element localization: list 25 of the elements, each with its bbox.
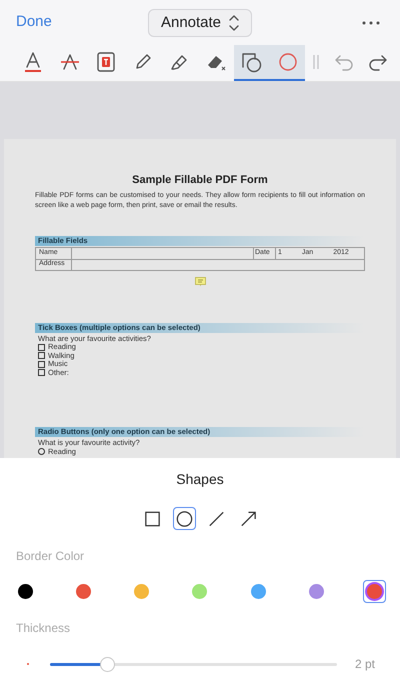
checkbox[interactable] — [38, 352, 45, 360]
shapes-icon — [240, 51, 264, 73]
section-label: Border Color — [16, 548, 84, 565]
panel-title: Shapes — [176, 470, 224, 489]
section-label: Thickness — [16, 620, 70, 637]
more-icon[interactable] — [362, 20, 380, 24]
redo-icon — [367, 53, 389, 71]
mode-dropdown[interactable]: Annotate — [148, 9, 252, 37]
slider-thumb[interactable] — [100, 656, 116, 672]
circle-icon — [278, 52, 298, 72]
done-button[interactable]: Done — [16, 11, 52, 34]
circle-shape-button[interactable] — [172, 507, 196, 530]
document-title: Sample Fillable PDF Form — [131, 173, 269, 188]
color-picker-button[interactable] — [362, 580, 386, 603]
checkbox[interactable] — [38, 360, 45, 368]
thickness-value: 2 pt — [354, 656, 375, 673]
checkbox[interactable] — [38, 344, 45, 351]
checkbox[interactable] — [38, 369, 45, 376]
text-box-icon — [95, 51, 118, 73]
undo-icon — [333, 53, 355, 71]
radio-button[interactable] — [38, 448, 45, 456]
circle-tool[interactable] — [270, 45, 305, 81]
strikethrough-icon — [58, 52, 81, 72]
chevron-icon — [229, 15, 240, 31]
shapes-tool[interactable] — [234, 45, 270, 81]
